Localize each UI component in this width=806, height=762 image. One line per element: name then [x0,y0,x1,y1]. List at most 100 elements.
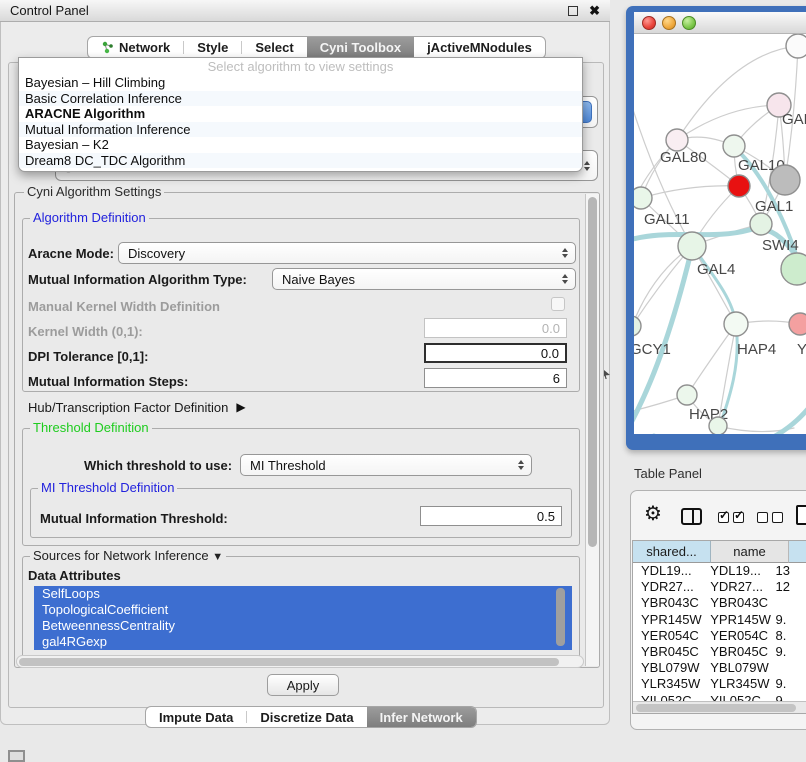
tab-jactivemnodules[interactable]: jActiveMNodules [414,37,545,58]
hub-section-label: Hub/Transcription Factor Definition [28,400,228,415]
table-row[interactable]: YDL19...YDL19...13 [633,563,806,579]
chevron-down-icon: ▼ [212,551,223,563]
table-cell: 12 [772,579,806,595]
tab-network[interactable]: Network [88,37,183,58]
kernel-width-value: 0.0 [542,321,560,336]
table-cell: YDR27... [702,579,771,595]
settings-vertical-scrollbar-thumb[interactable] [588,197,597,547]
table-row[interactable]: YBR045CYBR045C9. [633,644,806,660]
network-node[interactable] [709,417,727,434]
network-node-gal4[interactable] [678,232,706,260]
apply-button[interactable]: Apply [267,674,339,696]
network-node-gal11[interactable] [634,187,652,209]
aracne-mode-combobox[interactable]: Discovery [118,242,576,264]
sources-title-text: Sources for Network Inference [33,548,209,563]
column-header[interactable] [789,541,806,563]
close-traffic-light-icon[interactable] [642,16,656,30]
table-row[interactable]: YBR043CYBR043C [633,595,806,611]
table-row[interactable]: YLR345WYLR345W9. [633,676,806,692]
table-cell: YPR145W [633,612,702,628]
select-all-checkbox-icon[interactable] [733,512,744,523]
network-node-gal80[interactable] [666,129,688,151]
network-graph[interactable]: GALGAL80GAL10GAL1GAL11SWI4GAL4GCY1HAP4YH… [634,34,806,434]
network-node[interactable] [781,253,806,285]
tab-label: Network [119,40,170,55]
apply-button-label: Apply [287,678,320,693]
tab-label: Style [197,40,228,55]
dpi-tolerance-field[interactable]: 0.0 [424,343,567,363]
popup-item[interactable]: Mutual Information Inference [19,122,582,138]
gear-icon[interactable]: ⚙ [644,504,662,524]
table-cell: YPR145W [702,612,771,628]
aracne-mode-label: Aracne Mode: [28,246,114,261]
tab-infer-network[interactable]: Infer Network [367,707,476,727]
sources-group-title[interactable]: Sources for Network Inference ▼ [30,549,226,564]
algorithm-definition-title: Algorithm Definition [30,211,149,225]
kernel-width-field[interactable]: 0.0 [424,318,567,338]
column-header[interactable]: name [711,541,789,563]
mi-type-combobox[interactable]: Naive Bayes [272,268,576,290]
network-node-y[interactable] [789,313,806,335]
network-node-hap2[interactable] [677,385,697,405]
table-row[interactable]: YER054CYER054C8. [633,628,806,644]
popup-item[interactable]: Bayesian – K2 [19,137,582,153]
table-cell: 8. [772,628,806,644]
table-horizontal-scrollbar[interactable] [633,701,806,713]
attribute-item[interactable]: BetweennessCentrality [34,618,572,634]
popup-item[interactable]: Basic Correlation Inference [19,91,582,107]
popup-placeholder: Select algorithm to view settings [19,58,582,75]
table-horizontal-scrollbar-thumb[interactable] [636,704,796,712]
zoom-traffic-light-icon[interactable] [682,16,696,30]
dpi-tolerance-value: 0.0 [541,346,559,361]
tab-select[interactable]: Select [242,37,306,58]
popup-item[interactable]: ARACNE Algorithm [19,106,582,122]
settings-horizontal-scrollbar[interactable] [16,655,584,668]
deselect-all-checkbox-icon[interactable] [772,512,783,523]
attribute-item[interactable]: SelfLoops [34,586,572,602]
attribute-item[interactable]: TopologicalCoefficient [34,602,572,618]
deselect-all-checkbox-icon[interactable] [757,512,768,523]
table-cell: YLR345W [633,676,702,692]
float-icon[interactable] [568,6,578,16]
network-node-swi4[interactable] [750,213,772,235]
network-node-gal10[interactable] [723,135,745,157]
threshold-definition-title: Threshold Definition [30,421,152,435]
columns-icon[interactable] [681,508,702,525]
network-node-hap4[interactable] [724,312,748,336]
select-all-checkbox-icon[interactable] [718,512,729,523]
tab-cyni-toolbox[interactable]: Cyni Toolbox [307,37,414,58]
tab-discretize-data[interactable]: Discretize Data [247,707,366,727]
popup-item[interactable]: Bayesian – Hill Climbing [19,75,582,91]
document-icon[interactable] [796,505,806,525]
screen: Control Panel ✖ NetworkStyleSelectCyni T… [0,0,806,762]
network-node-gcy1[interactable] [634,316,641,336]
mi-steps-field[interactable]: 6 [424,368,567,388]
mi-threshold-field[interactable]: 0.5 [420,506,562,526]
table-row[interactable]: YBL079WYBL079W [633,660,806,676]
tab-impute-data[interactable]: Impute Data [146,707,246,727]
network-node[interactable] [786,34,806,58]
manual-kernel-checkbox[interactable] [551,297,565,311]
which-threshold-combobox[interactable]: MI Threshold [240,454,532,476]
settings-horizontal-scrollbar-thumb[interactable] [19,658,559,667]
chevron-updown-icon [584,161,590,171]
mi-threshold-label: Mutual Information Threshold: [40,511,228,526]
table-cell: YER054C [633,628,702,644]
column-header[interactable]: shared... [633,541,711,563]
hub-section-toggle[interactable]: Hub/Transcription Factor Definition ▶ [28,398,246,416]
close-icon[interactable]: ✖ [589,3,600,19]
minimize-traffic-light-icon[interactable] [662,16,676,30]
network-node-gal1[interactable] [728,175,750,197]
kernel-width-label: Kernel Width (0,1): [28,324,143,339]
network-icon [101,41,114,54]
tab-style[interactable]: Style [184,37,241,58]
attribute-item[interactable]: gal4RGexp [34,634,572,650]
popup-item[interactable]: Dream8 DC_TDC Algorithm [19,153,582,169]
table-row[interactable]: YDR27...YDR27...12 [633,579,806,595]
network-node-label: Y [797,341,806,358]
panel-state-button[interactable] [8,750,25,762]
network-node[interactable] [770,165,800,195]
attributes-scrollbar-thumb[interactable] [556,588,565,646]
table-row[interactable]: YPR145WYPR145W9. [633,612,806,628]
network-window-titlebar[interactable] [634,12,806,34]
